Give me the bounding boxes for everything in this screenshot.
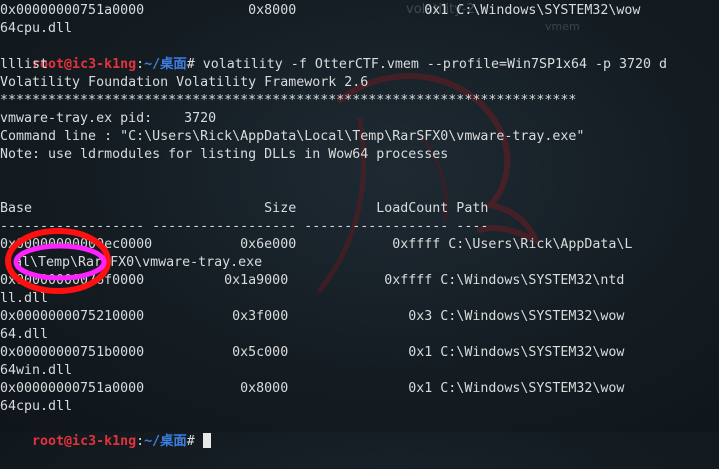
terminal-line: vmware-tray.ex pid: 3720 <box>0 111 217 126</box>
background-watermark-sub: vmem <box>545 20 580 33</box>
terminal-line: Volatility Foundation Volatility Framewo… <box>0 75 369 90</box>
table-row: 0x0000000075210000 0x3f000 0x3 C:\Window… <box>0 309 625 324</box>
table-header: Base Size LoadCount Path <box>0 201 489 216</box>
terminal-line: lllist <box>0 57 49 72</box>
table-row-continuation: 64cpu.dll <box>0 399 73 414</box>
terminal-line: 64cpu.dll <box>0 21 73 36</box>
terminal-window[interactable]: volatility-2. vmem 0x00000000751a0000 0x… <box>0 0 719 449</box>
prompt-symbol: # <box>186 57 203 72</box>
prompt-separator: : <box>136 434 145 449</box>
table-row-continuation: 64.dll <box>0 327 49 342</box>
command-text: volatility -f OtterCTF.vmem --profile=Wi… <box>202 57 668 72</box>
highlight-annotation <box>5 228 111 294</box>
prompt-separator: : <box>136 57 145 72</box>
table-row: 0x00000000751a0000 0x8000 0x1 C:\Windows… <box>0 381 625 396</box>
active-prompt-line[interactable]: root@ic3-k1ng:~/桌面# <box>0 415 211 449</box>
prompt-symbol: # <box>186 434 203 449</box>
terminal-line: 0x00000000751a0000 0x8000 0x1 C:\Windows… <box>0 3 641 18</box>
terminal-line: Command line : "C:\Users\Rick\AppData\Lo… <box>0 129 585 144</box>
command-line: root@ic3-k1ng:~/桌面# volatility -f OtterC… <box>0 38 667 72</box>
prompt-user: root@ic3-k1ng <box>32 434 137 449</box>
terminal-line: ****************************************… <box>0 93 577 108</box>
table-row-continuation: 64win.dll <box>0 363 73 378</box>
table-row: 0x00000000751b0000 0x5c000 0x1 C:\Window… <box>0 345 625 360</box>
terminal-line: Note: use ldrmodules for listing DLLs in… <box>0 147 449 162</box>
prompt-path: ~/桌面 <box>144 57 187 72</box>
prompt-path: ~/桌面 <box>144 434 187 449</box>
text-cursor <box>202 433 211 448</box>
